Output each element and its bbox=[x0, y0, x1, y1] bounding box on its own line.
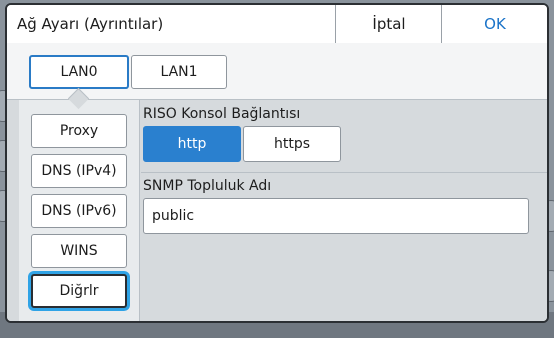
riso-console-label: RISO Konsol Bağlantısı bbox=[143, 106, 301, 122]
network-settings-dialog: Ağ Ayarı (Ayrıntılar) İptal OK LAN0 LAN1… bbox=[5, 3, 549, 323]
main-settings-panel: RISO Konsol Bağlantısı http https SNMP T… bbox=[141, 100, 547, 321]
side-item-others[interactable]: Diğrlr bbox=[31, 274, 127, 308]
snmp-community-label: SNMP Topluluk Adı bbox=[143, 178, 272, 194]
side-item-dns-ipv4[interactable]: DNS (IPv4) bbox=[31, 154, 127, 188]
side-menu: Proxy DNS (IPv4) DNS (IPv6) WINS Diğrlr bbox=[19, 100, 140, 321]
lan-tab-bar: LAN0 LAN1 bbox=[7, 43, 547, 99]
dialog-titlebar: Ağ Ayarı (Ayrıntılar) İptal OK bbox=[7, 5, 547, 44]
tab-lan1[interactable]: LAN1 bbox=[131, 55, 227, 89]
settings-content: Proxy DNS (IPv4) DNS (IPv6) WINS Diğrlr … bbox=[7, 99, 547, 321]
cancel-button[interactable]: İptal bbox=[335, 5, 442, 43]
ok-button[interactable]: OK bbox=[441, 5, 547, 43]
side-item-dns-ipv6[interactable]: DNS (IPv6) bbox=[31, 194, 127, 228]
side-item-proxy[interactable]: Proxy bbox=[31, 114, 127, 148]
https-option-button[interactable]: https bbox=[243, 126, 341, 162]
snmp-community-input[interactable]: public bbox=[143, 198, 529, 234]
section-divider bbox=[141, 172, 547, 173]
tab-lan0[interactable]: LAN0 bbox=[29, 55, 129, 89]
side-item-wins[interactable]: WINS bbox=[31, 234, 127, 268]
dialog-title: Ağ Ayarı (Ayrıntılar) bbox=[17, 15, 164, 33]
http-option-button[interactable]: http bbox=[143, 126, 241, 162]
